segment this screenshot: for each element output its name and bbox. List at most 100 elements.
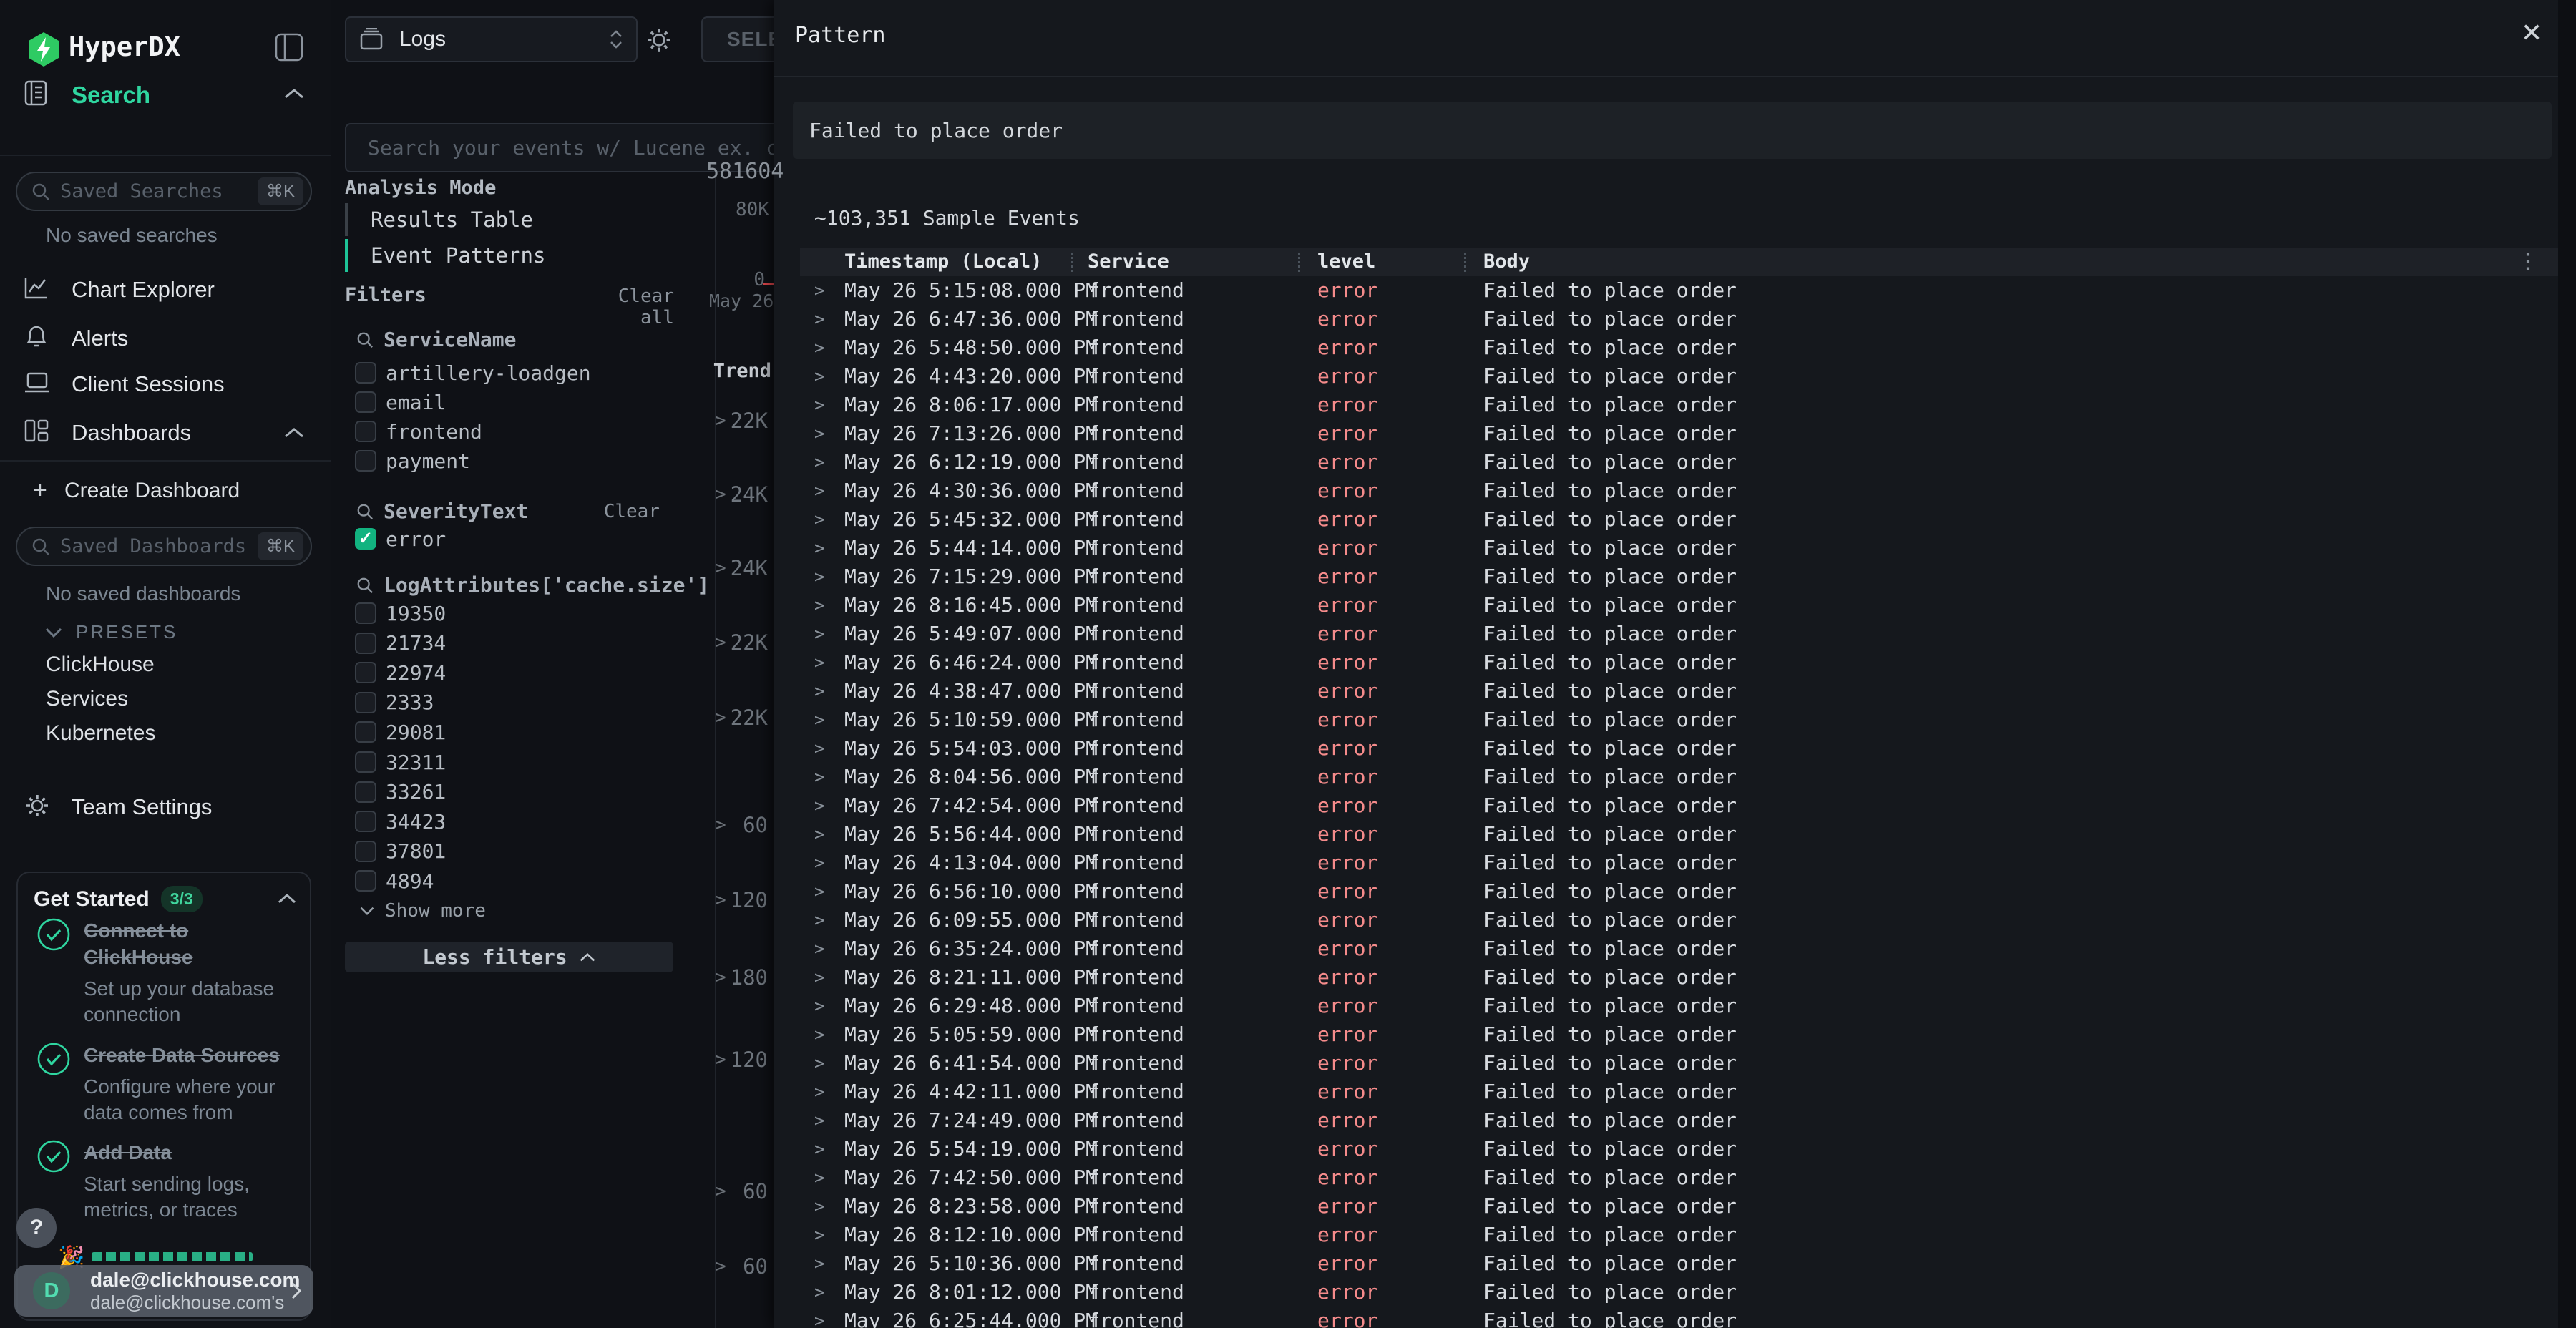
event-row[interactable]: >May 26 8:23:58.000 PMfrontenderrorFaile… <box>800 1192 2559 1221</box>
row-expand-chevron-icon[interactable]: > <box>814 677 824 706</box>
filter-option-37801[interactable]: 37801 <box>355 839 446 864</box>
checkbox[interactable] <box>355 870 376 892</box>
event-row[interactable]: >May 26 7:42:50.000 PMfrontenderrorFaile… <box>800 1163 2559 1192</box>
event-row[interactable]: >May 26 7:42:54.000 PMfrontenderrorFaile… <box>800 791 2559 820</box>
event-row[interactable]: >May 26 8:16:45.000 PMfrontenderrorFaile… <box>800 591 2559 620</box>
mode-results-table[interactable]: Results Table <box>345 203 533 236</box>
table-options-kebab-icon[interactable]: ⋮ <box>2517 248 2539 276</box>
row-expand-chevron-icon[interactable]: > <box>814 1135 824 1163</box>
event-row[interactable]: >May 26 8:04:56.000 PMfrontenderrorFaile… <box>800 763 2559 791</box>
clear-severity-button[interactable]: Clear <box>602 501 660 522</box>
filter-option-frontend[interactable]: frontend <box>355 419 482 444</box>
event-row[interactable]: >May 26 8:21:11.000 PMfrontenderrorFaile… <box>800 963 2559 992</box>
event-row[interactable]: >May 26 5:54:19.000 PMfrontenderrorFaile… <box>800 1135 2559 1163</box>
row-expand-chevron-icon[interactable]: > <box>814 849 824 877</box>
dashboards-collapse-icon[interactable] <box>283 426 305 439</box>
checkbox[interactable] <box>355 811 376 832</box>
row-expand-chevron-icon[interactable]: > <box>814 276 824 305</box>
row-expand-chevron-icon[interactable]: > <box>814 1049 824 1078</box>
checkbox[interactable] <box>355 692 376 713</box>
row-expand-chevron-icon[interactable]: > <box>814 706 824 734</box>
pattern-trend-row[interactable]: >60 <box>715 1252 772 1281</box>
filter-option-21734[interactable]: 21734 <box>355 631 446 655</box>
sidebar-item-dashboards[interactable]: Dashboards <box>72 420 191 446</box>
row-expand-chevron-icon[interactable]: > <box>814 1020 824 1049</box>
collapse-sidebar-button[interactable] <box>275 33 303 62</box>
row-expand-chevron-icon[interactable]: > <box>814 934 824 963</box>
event-row[interactable]: >May 26 5:54:03.000 PMfrontenderrorFaile… <box>800 734 2559 763</box>
checkbox[interactable] <box>355 781 376 803</box>
col-service[interactable]: Service <box>1088 248 1169 276</box>
row-expand-chevron-icon[interactable]: > <box>814 477 824 505</box>
event-row[interactable]: >May 26 6:46:24.000 PMfrontenderrorFaile… <box>800 648 2559 677</box>
checkbox[interactable] <box>355 841 376 862</box>
row-expand-chevron-icon[interactable]: > <box>814 906 824 934</box>
saved-searches-input[interactable]: Saved Searches ⌘K <box>16 172 312 211</box>
event-row[interactable]: >May 26 5:10:59.000 PMfrontenderrorFaile… <box>800 706 2559 734</box>
event-row[interactable]: >May 26 5:10:36.000 PMfrontenderrorFaile… <box>800 1249 2559 1278</box>
event-row[interactable]: >May 26 7:13:26.000 PMfrontenderrorFaile… <box>800 419 2559 448</box>
event-row[interactable]: >May 26 6:09:55.000 PMfrontenderrorFaile… <box>800 906 2559 934</box>
row-expand-chevron-icon[interactable]: > <box>814 391 824 419</box>
checkbox[interactable] <box>355 391 376 413</box>
source-select[interactable]: Logs <box>345 16 638 62</box>
user-menu[interactable]: D dale@clickhouse.com dale@clickhouse.co… <box>14 1265 313 1317</box>
sidebar-item-preset-services[interactable]: Services <box>46 687 128 711</box>
row-expand-chevron-icon[interactable]: > <box>814 963 824 992</box>
event-row[interactable]: >May 26 4:43:20.000 PMfrontenderrorFaile… <box>800 362 2559 391</box>
get-started-item[interactable]: Connect to ClickHouseSet up your databas… <box>36 917 294 1027</box>
pattern-trend-row[interactable]: >22K <box>715 703 772 732</box>
filter-option-payment[interactable]: payment <box>355 449 470 473</box>
sidebar-item-search[interactable]: Search <box>72 82 150 109</box>
filter-option-34423[interactable]: 34423 <box>355 809 446 834</box>
sidebar-item-preset-clickhouse[interactable]: ClickHouse <box>46 653 155 677</box>
col-timestamp[interactable]: Timestamp (Local) <box>844 248 1042 276</box>
search-section-collapse-icon[interactable] <box>283 87 305 100</box>
checkbox[interactable] <box>355 362 376 384</box>
column-resize-handle[interactable] <box>1071 253 1073 272</box>
pattern-trend-row[interactable]: >60 <box>715 1177 772 1206</box>
row-expand-chevron-icon[interactable]: > <box>814 1163 824 1192</box>
saved-dashboards-input[interactable]: Saved Dashboards ⌘K <box>16 527 312 566</box>
row-expand-chevron-icon[interactable]: > <box>814 1307 824 1328</box>
event-row[interactable]: >May 26 4:38:47.000 PMfrontenderrorFaile… <box>800 677 2559 706</box>
event-row[interactable]: >May 26 5:05:59.000 PMfrontenderrorFaile… <box>800 1020 2559 1049</box>
help-button[interactable]: ? <box>16 1208 57 1248</box>
event-row[interactable]: >May 26 4:13:04.000 PMfrontenderrorFaile… <box>800 849 2559 877</box>
event-row[interactable]: >May 26 7:24:49.000 PMfrontenderrorFaile… <box>800 1106 2559 1135</box>
event-row[interactable]: >May 26 6:29:48.000 PMfrontenderrorFaile… <box>800 992 2559 1020</box>
row-expand-chevron-icon[interactable]: > <box>814 591 824 620</box>
pattern-trend-row[interactable]: >120 <box>715 886 772 914</box>
sidebar-item-team-settings[interactable]: Team Settings <box>72 794 212 820</box>
filter-group-servicename[interactable]: ServiceName <box>356 328 516 351</box>
row-expand-chevron-icon[interactable]: > <box>814 877 824 906</box>
event-row[interactable]: >May 26 5:44:14.000 PMfrontenderrorFaile… <box>800 534 2559 562</box>
event-row[interactable]: >May 26 6:41:54.000 PMfrontenderrorFaile… <box>800 1049 2559 1078</box>
event-row[interactable]: >May 26 6:35:24.000 PMfrontenderrorFaile… <box>800 934 2559 963</box>
row-expand-chevron-icon[interactable]: > <box>814 534 824 562</box>
sidebar-item-alerts[interactable]: Alerts <box>72 326 128 351</box>
event-row[interactable]: >May 26 4:42:11.000 PMfrontenderrorFaile… <box>800 1078 2559 1106</box>
sidebar-item-preset-kubernetes[interactable]: Kubernetes <box>46 721 155 746</box>
checkbox[interactable] <box>355 751 376 773</box>
row-expand-chevron-icon[interactable]: > <box>814 1106 824 1135</box>
filter-group-severitytext[interactable]: SeverityText <box>356 499 528 523</box>
filter-group-cache-size[interactable]: LogAttributes['cache.size'] <box>356 573 709 597</box>
presets-section-label[interactable]: PRESETS <box>76 621 177 643</box>
event-row[interactable]: >May 26 8:01:12.000 PMfrontenderrorFaile… <box>800 1278 2559 1307</box>
row-expand-chevron-icon[interactable]: > <box>814 1221 824 1249</box>
row-expand-chevron-icon[interactable]: > <box>814 791 824 820</box>
pattern-trend-row[interactable]: >22K <box>715 628 772 657</box>
pattern-trend-row[interactable]: >24K <box>715 554 772 582</box>
close-icon[interactable]: ✕ <box>2521 19 2542 48</box>
checkbox[interactable] <box>355 633 376 654</box>
row-expand-chevron-icon[interactable]: > <box>814 992 824 1020</box>
row-expand-chevron-icon[interactable]: > <box>814 648 824 677</box>
modal-scroll-gutter[interactable] <box>2558 0 2576 1328</box>
pattern-trend-row[interactable]: >24K <box>715 480 772 509</box>
event-row[interactable]: >May 26 8:12:10.000 PMfrontenderrorFaile… <box>800 1221 2559 1249</box>
get-started-item[interactable]: Create Data SourcesConfigure where your … <box>36 1042 294 1126</box>
event-row[interactable]: >May 26 6:47:36.000 PMfrontenderrorFaile… <box>800 305 2559 333</box>
mode-event-patterns[interactable]: Event Patterns <box>345 239 545 272</box>
sidebar-item-client-sessions[interactable]: Client Sessions <box>72 371 225 397</box>
